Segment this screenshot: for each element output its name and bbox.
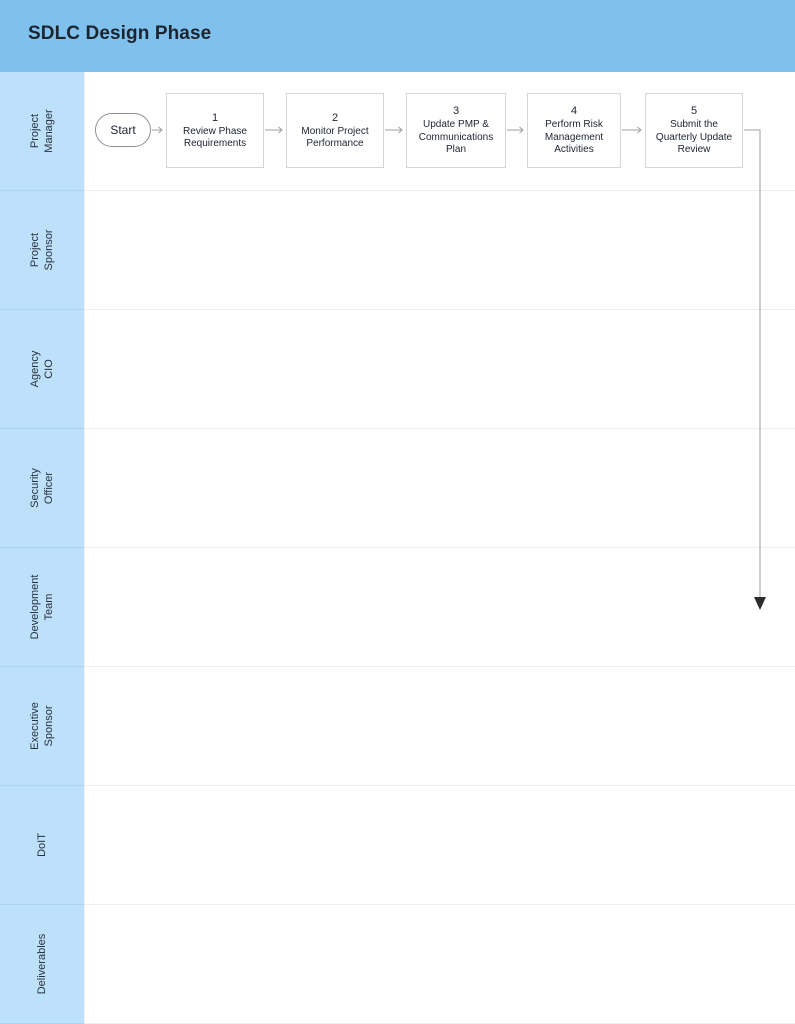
task-label: Submit the Quarterly Update Review (655, 119, 733, 156)
lane-label-agency-cio: Agency CIO (28, 351, 56, 388)
task-label: Update PMP & Communications Plan (418, 119, 494, 156)
lane-label-line-2: Sponsor (43, 229, 55, 271)
lane-label-deliverables: Deliverables (35, 934, 49, 995)
lane-body-security-officer[interactable] (84, 429, 795, 548)
lane-label-line-1: Deliverables (36, 933, 48, 995)
lane-label-line-2: Officer (43, 471, 55, 505)
task-box-1[interactable]: 1 Review Phase Requirements (166, 93, 264, 168)
lane-label-line-2: CIO (43, 359, 55, 379)
task-number: 2 (331, 111, 339, 124)
swimlane-grid: Project Manager Project Sponsor Agency C… (0, 72, 795, 1024)
lane-label-line-1: Project (29, 113, 41, 149)
page-title: SDLC Design Phase (28, 23, 212, 44)
lane-label-line-2: Manager (43, 109, 55, 153)
lane-header-doit[interactable]: DoIT (0, 786, 84, 905)
lane-header-security-officer[interactable]: Security Officer (0, 429, 84, 548)
lane-header-agency-cio[interactable]: Agency CIO (0, 310, 84, 429)
task-label: Monitor Project Performance (301, 125, 369, 150)
swimlane-development-team: Development Team (0, 548, 795, 667)
swimlane-doit: DoIT (0, 786, 795, 905)
lane-label-line-1: DoIT (36, 833, 48, 857)
lane-header-project-sponsor[interactable]: Project Sponsor (0, 191, 84, 310)
lane-header-executive-sponsor[interactable]: Executive Sponsor (0, 667, 84, 786)
lane-label-line-1: Executive (29, 702, 41, 750)
task-box-5[interactable]: 5 Submit the Quarterly Update Review (645, 93, 743, 168)
lane-header-deliverables[interactable]: Deliverables (0, 905, 84, 1024)
task-number: 1 (211, 111, 219, 124)
lane-label-development-team: Development Team (28, 575, 56, 640)
diagram-header-bar: SDLC Design Phase (0, 0, 795, 72)
task-box-3[interactable]: 3 Update PMP & Communications Plan (406, 93, 506, 168)
task-number: 4 (570, 105, 578, 118)
lane-header-project-manager[interactable]: Project Manager (0, 72, 84, 191)
lane-label-line-1: Development (29, 574, 41, 640)
lane-label-line-2: Sponsor (43, 705, 55, 747)
swimlane-agency-cio: Agency CIO (0, 310, 795, 429)
lane-body-deliverables[interactable] (84, 905, 795, 1024)
lane-body-development-team[interactable] (84, 548, 795, 667)
swimlane-project-sponsor: Project Sponsor (0, 191, 795, 310)
task-box-2[interactable]: 2 Monitor Project Performance (286, 93, 384, 168)
swimlane-executive-sponsor: Executive Sponsor (0, 667, 795, 786)
lane-label-doit: DoIT (35, 833, 49, 857)
task-number: 3 (452, 105, 460, 118)
lane-label-executive-sponsor: Executive Sponsor (28, 702, 56, 750)
lane-label-line-1: Agency (29, 350, 41, 388)
lane-label-line-1: Security (29, 468, 41, 508)
lane-label-line-1: Project (29, 232, 41, 268)
task-label: Perform Risk Management Activities (544, 119, 604, 156)
start-node[interactable]: Start (95, 113, 151, 147)
lane-label-security-officer: Security Officer (28, 468, 56, 508)
start-node-label: Start (110, 123, 136, 137)
lane-body-doit[interactable] (84, 786, 795, 905)
swimlane-security-officer: Security Officer (0, 429, 795, 548)
task-number: 5 (690, 105, 698, 118)
swimlane-deliverables: Deliverables (0, 905, 795, 1024)
lane-label-line-2: Team (43, 593, 55, 621)
lane-label-project-manager: Project Manager (28, 109, 56, 152)
lane-body-agency-cio[interactable] (84, 310, 795, 429)
lane-body-project-sponsor[interactable] (84, 191, 795, 310)
swimlane-diagram-canvas: SDLC Design Phase Project Manager Projec… (0, 0, 795, 1024)
task-label: Review Phase Requirements (183, 125, 247, 150)
lane-label-project-sponsor: Project Sponsor (28, 230, 56, 271)
lane-header-development-team[interactable]: Development Team (0, 548, 84, 667)
task-box-4[interactable]: 4 Perform Risk Management Activities (527, 93, 621, 168)
lane-body-executive-sponsor[interactable] (84, 667, 795, 786)
